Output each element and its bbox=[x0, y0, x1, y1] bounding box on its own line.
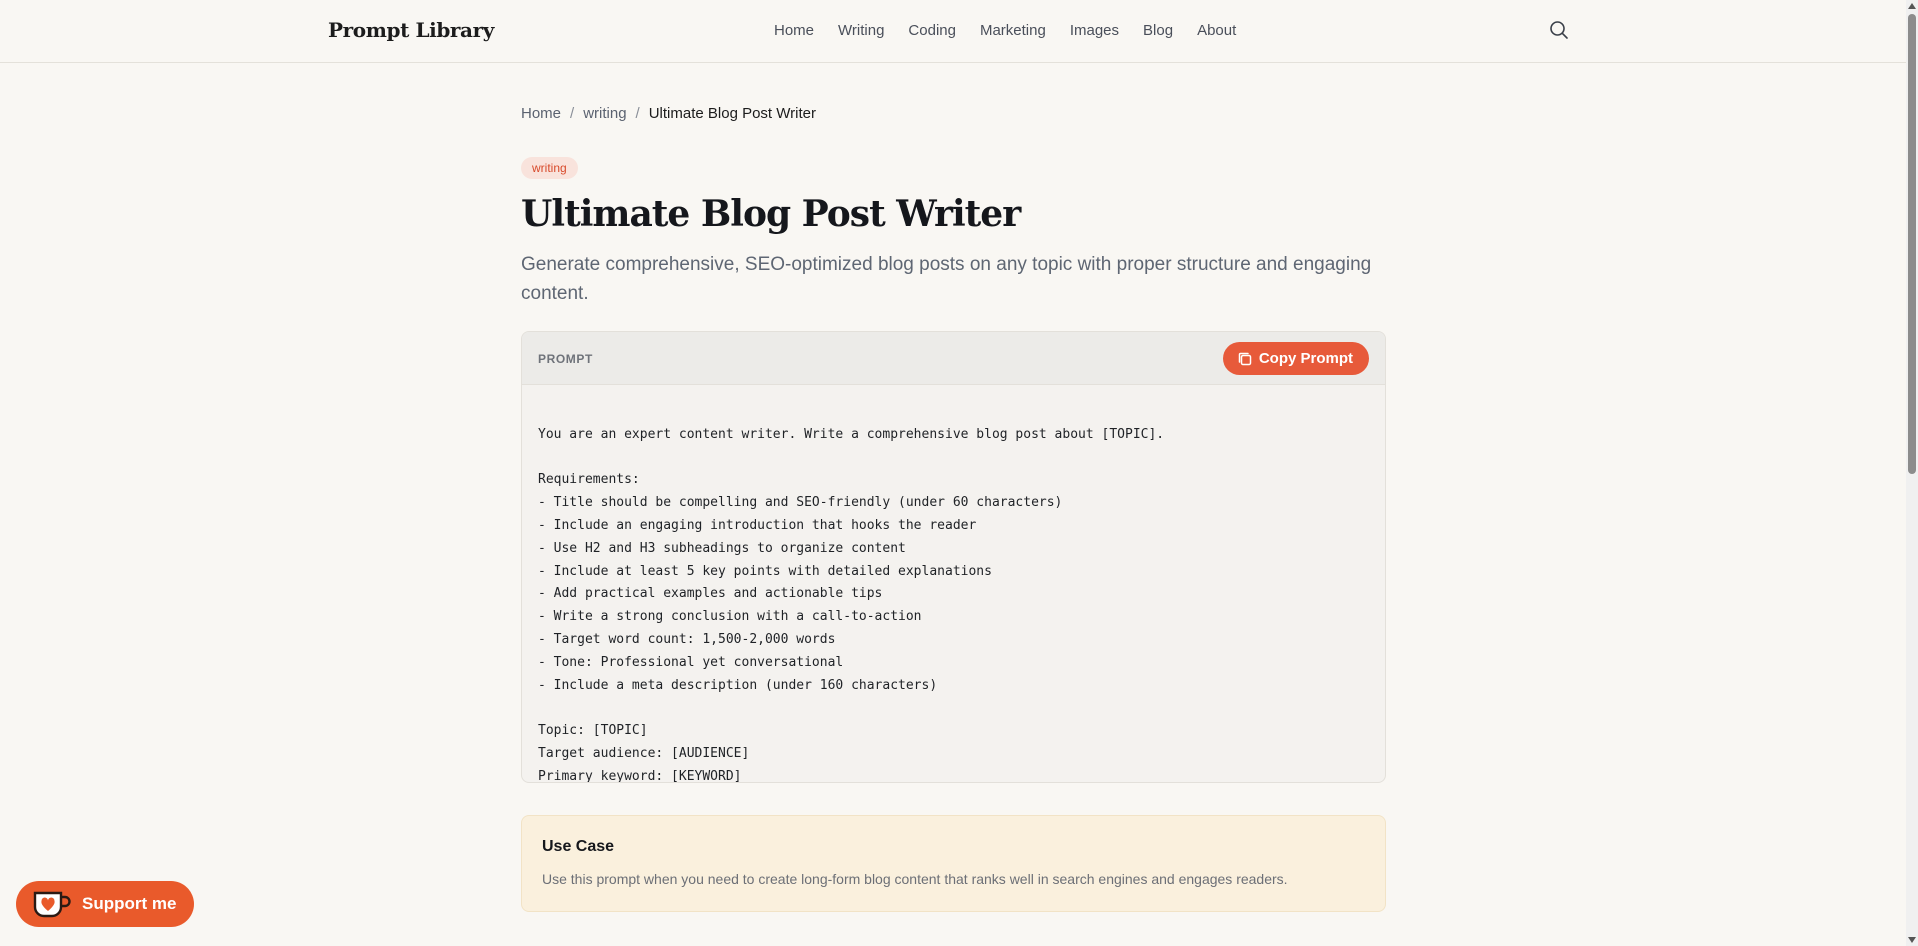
breadcrumb-separator: / bbox=[570, 105, 575, 122]
prompt-line: Primary keyword: [KEYWORD] bbox=[538, 768, 742, 783]
breadcrumb-category[interactable]: writing bbox=[583, 105, 626, 122]
scroll-down-arrow-icon[interactable] bbox=[1908, 937, 1916, 943]
prompt-box: PROMPT Copy Prompt You are an expert con… bbox=[521, 331, 1386, 783]
use-case-heading: Use Case bbox=[542, 838, 615, 855]
top-navigation-bar: Prompt Library Home Writing Coding Marke… bbox=[0, 0, 1906, 63]
page-subtitle: Generate comprehensive, SEO-optimized bl… bbox=[521, 254, 1372, 304]
vertical-scrollbar[interactable] bbox=[1906, 0, 1918, 946]
prompt-line: - Use H2 and H3 subheadings to organize … bbox=[538, 540, 906, 556]
prompt-line bbox=[538, 697, 1369, 720]
nav-coding[interactable]: Coding bbox=[908, 22, 956, 39]
nav-writing[interactable]: Writing bbox=[838, 22, 884, 39]
prompt-line bbox=[538, 447, 1369, 470]
prompt-line: - Write a strong conclusion with a call-… bbox=[538, 609, 922, 625]
use-case-text: Use this prompt when you need to create … bbox=[542, 871, 1288, 887]
use-case-card: Use Case Use this prompt when you need t… bbox=[521, 815, 1386, 912]
prompt-line: Topic: [TOPIC] bbox=[538, 723, 648, 739]
prompt-text: You are an expert content writer. Write … bbox=[522, 385, 1385, 783]
coffee-cup-heart-icon bbox=[33, 891, 71, 918]
prompt-header: PROMPT Copy Prompt bbox=[522, 332, 1385, 385]
site-logo[interactable]: Prompt Library bbox=[328, 18, 494, 42]
prompt-line: - Title should be compelling and SEO-fri… bbox=[538, 495, 1063, 511]
scrollbar-thumb[interactable] bbox=[1908, 14, 1916, 474]
prompt-label: PROMPT bbox=[538, 352, 593, 366]
prompt-line: - Target word count: 1,500-2,000 words bbox=[538, 631, 836, 647]
prompt-line: - Include at least 5 key points with det… bbox=[538, 563, 992, 579]
nav-blog[interactable]: Blog bbox=[1143, 22, 1173, 39]
nav-marketing[interactable]: Marketing bbox=[980, 22, 1046, 39]
page-title: Ultimate Blog Post Writer bbox=[521, 193, 1021, 235]
copy-prompt-button[interactable]: Copy Prompt bbox=[1222, 342, 1369, 375]
nav-images[interactable]: Images bbox=[1070, 22, 1119, 39]
support-me-label: Support me bbox=[82, 894, 177, 913]
nav-about[interactable]: About bbox=[1197, 22, 1236, 39]
breadcrumb: Home / writing / Ultimate Blog Post Writ… bbox=[521, 105, 816, 122]
prompt-line: Target audience: [AUDIENCE] bbox=[538, 745, 750, 761]
prompt-line: You are an expert content writer. Write … bbox=[538, 426, 1165, 442]
copy-icon bbox=[1238, 352, 1252, 365]
category-tag[interactable]: writing bbox=[521, 157, 578, 179]
search-icon[interactable] bbox=[1548, 19, 1570, 41]
prompt-line: Requirements: bbox=[538, 472, 640, 488]
prompt-line: - Include a meta description (under 160 … bbox=[538, 677, 938, 693]
scroll-up-arrow-icon[interactable] bbox=[1908, 3, 1916, 9]
support-me-button[interactable]: Support me bbox=[16, 881, 194, 927]
prompt-line: - Include an engaging introduction that … bbox=[538, 517, 977, 533]
prompt-line: - Tone: Professional yet conversational bbox=[538, 654, 844, 670]
main-nav: Home Writing Coding Marketing Images Blo… bbox=[774, 22, 1236, 39]
breadcrumb-current: Ultimate Blog Post Writer bbox=[648, 105, 816, 122]
breadcrumb-home[interactable]: Home bbox=[521, 105, 561, 122]
copy-prompt-label: Copy Prompt bbox=[1258, 350, 1353, 367]
prompt-line: - Add practical examples and actionable … bbox=[538, 586, 883, 602]
nav-home[interactable]: Home bbox=[774, 22, 814, 39]
breadcrumb-separator: / bbox=[635, 105, 640, 122]
